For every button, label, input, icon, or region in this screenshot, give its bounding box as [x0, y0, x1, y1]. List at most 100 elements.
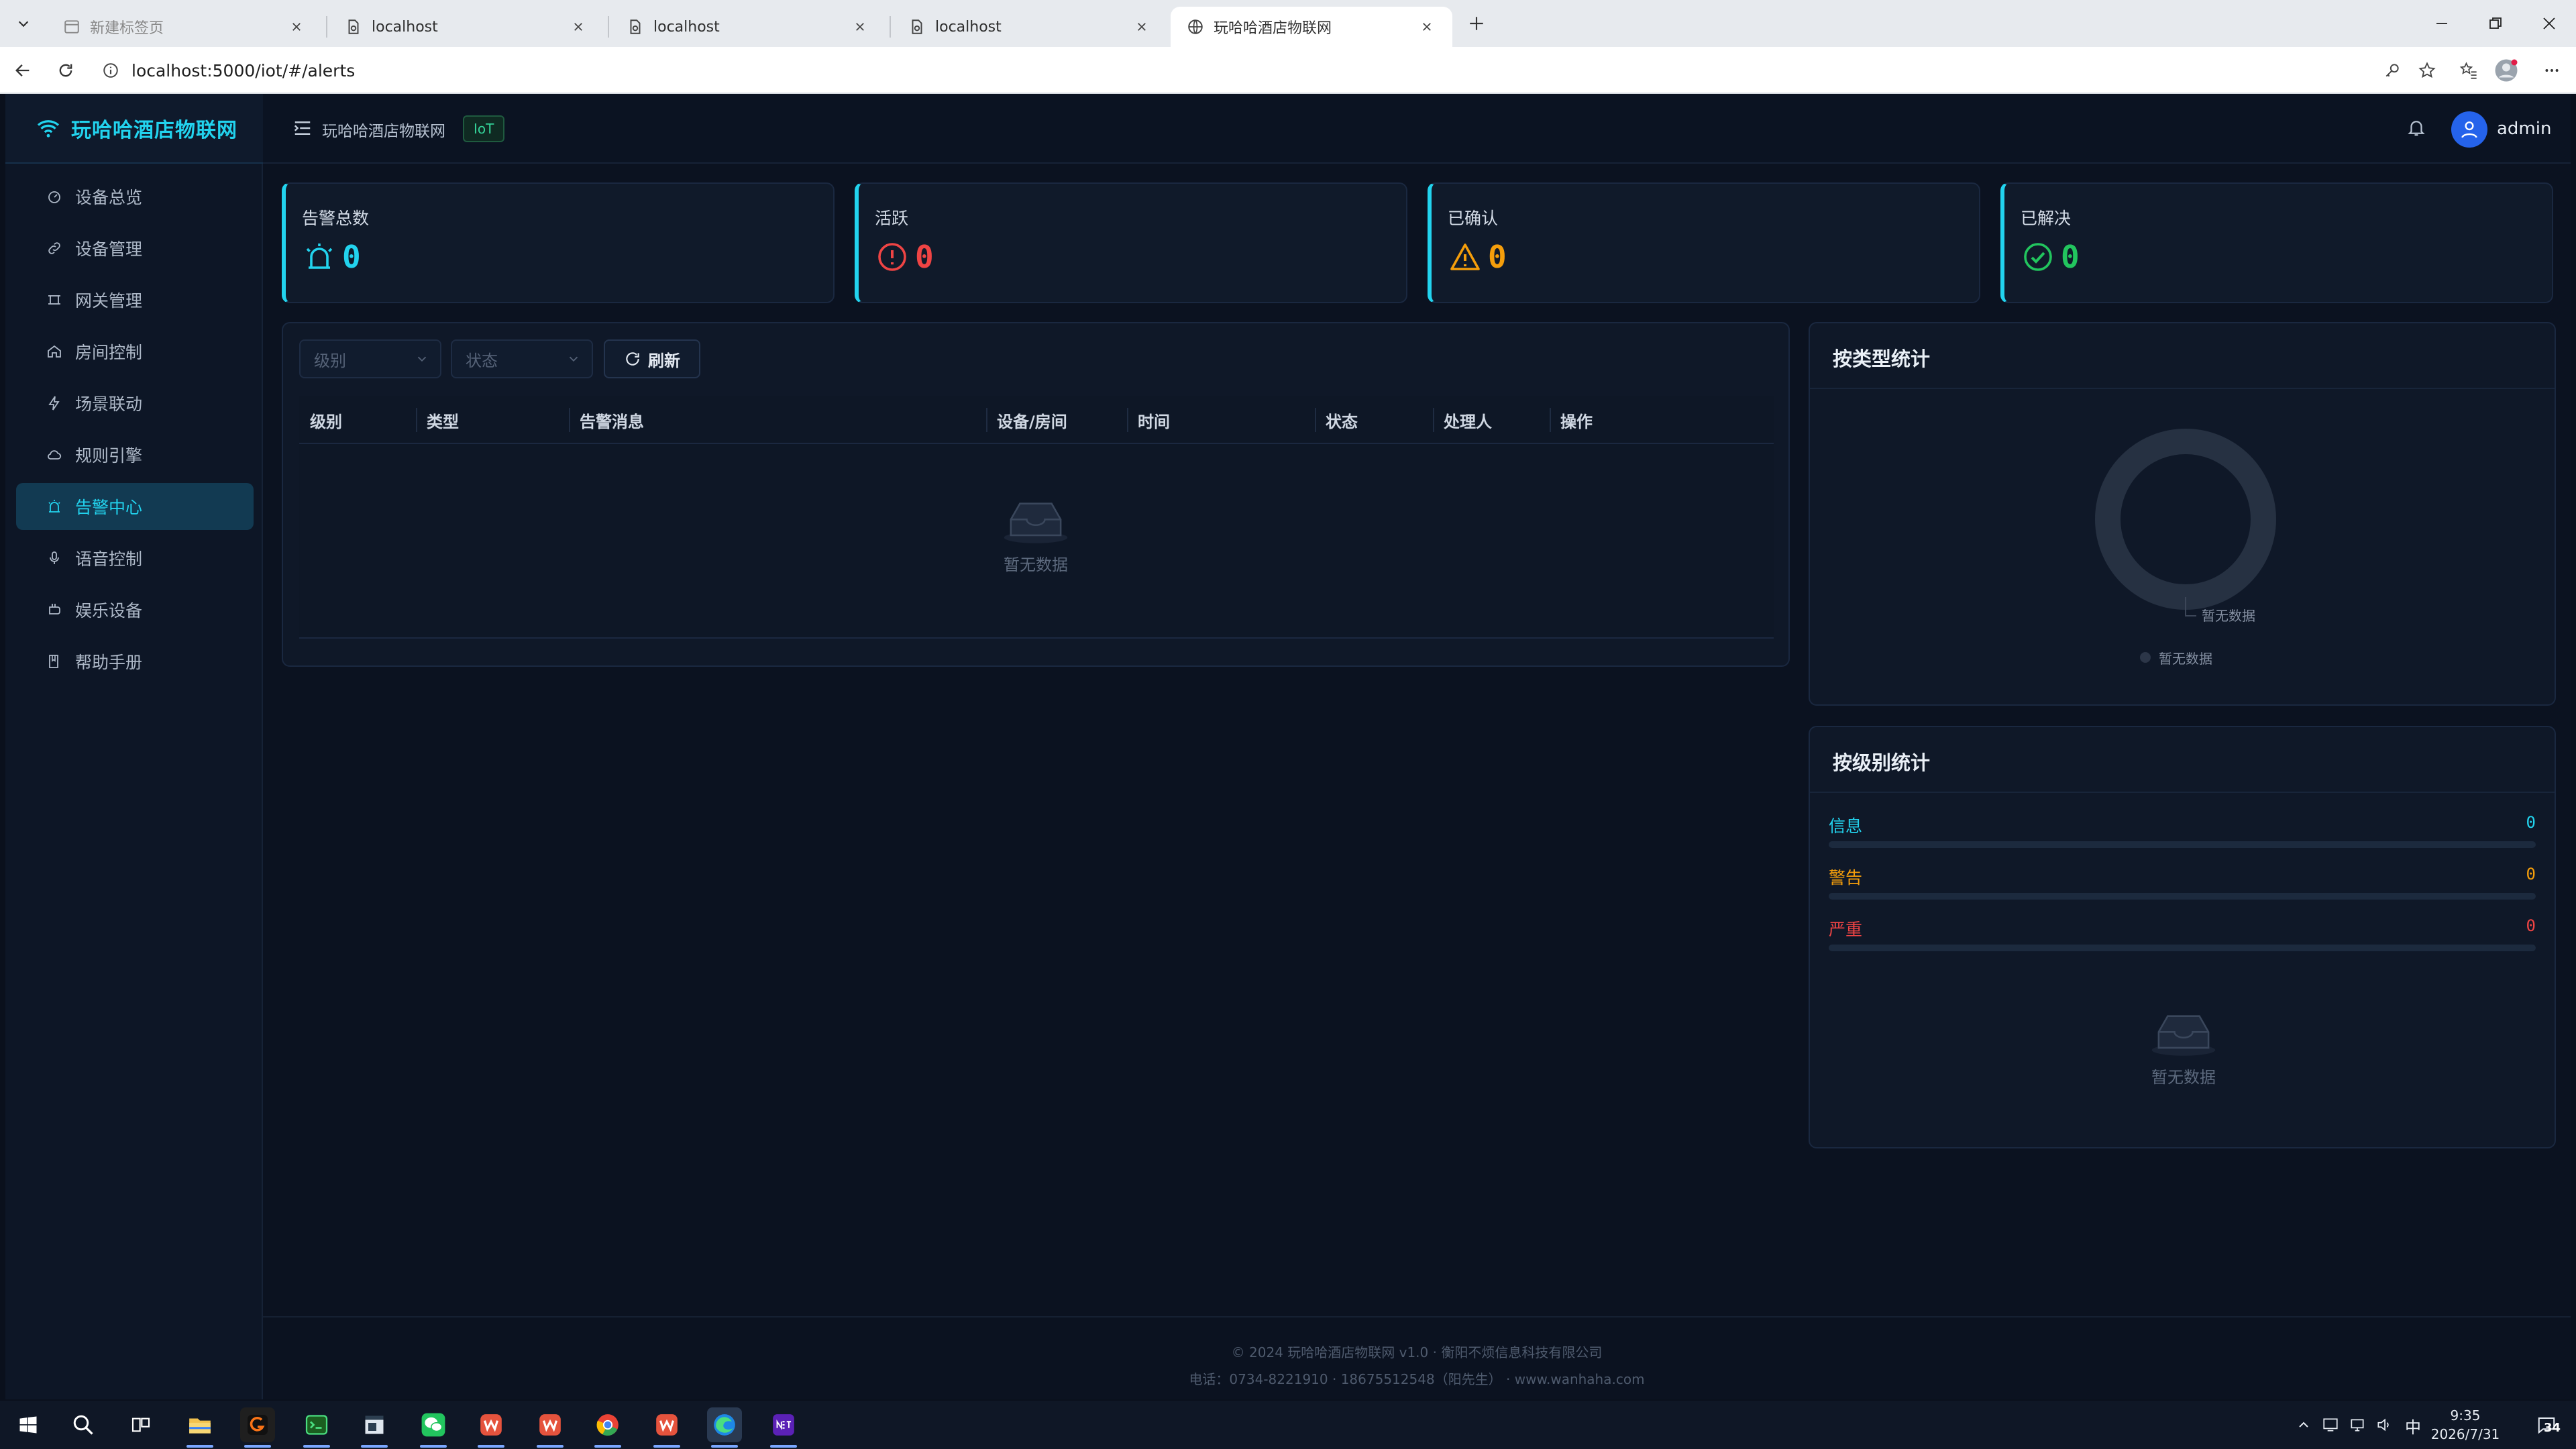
star-icon[interactable]	[2412, 56, 2442, 85]
sidebar-item-entertainment-devices[interactable]: 娱乐设备	[16, 586, 254, 633]
brand[interactable]: 玩哈哈酒店物联网	[5, 94, 263, 164]
dotnet-app[interactable]	[766, 1407, 801, 1442]
notification-bell-icon[interactable]	[2403, 114, 2430, 141]
user-avatar[interactable]	[2451, 111, 2487, 148]
sidebar-item-alert-center[interactable]: 告警中心	[16, 483, 254, 530]
wps-app-2[interactable]	[533, 1407, 568, 1442]
minimize-button[interactable]	[2415, 0, 2469, 47]
chrome-app[interactable]	[590, 1407, 625, 1442]
browser-tab-4[interactable]: localhost	[892, 7, 1167, 47]
legend-label[interactable]: 暂无数据	[2159, 648, 2212, 667]
status-filter-placeholder: 状态	[466, 351, 498, 370]
task-view-button[interactable]	[123, 1407, 158, 1442]
column-header-message[interactable]: 告警消息	[580, 396, 644, 444]
stat-card-resolved: 已解决 0	[2000, 182, 2553, 303]
gateway-icon	[46, 291, 63, 309]
menu-toggle-icon[interactable]	[292, 118, 313, 138]
url-field[interactable]: localhost:5000/iot/#/alerts	[89, 52, 2457, 89]
stat-card-acknowledged: 已确认 0	[1428, 182, 1980, 303]
notification-center-button[interactable]: 34	[2528, 1414, 2565, 1436]
sidebar-item-label: 场景联动	[75, 394, 143, 414]
sidebar-item-label: 语音控制	[75, 549, 143, 569]
input-method-indicator[interactable]: 中	[2405, 1414, 2421, 1438]
more-options-icon[interactable]	[2537, 56, 2567, 85]
page-icon	[630, 19, 641, 34]
globe-icon	[1188, 19, 1203, 34]
tab-title: localhost	[653, 18, 720, 36]
status-filter-select[interactable]: 状态	[451, 339, 593, 378]
tab-actions-menu-button[interactable]	[9, 9, 38, 38]
close-icon[interactable]	[851, 17, 869, 36]
level-filter-select[interactable]: 级别	[299, 339, 441, 378]
column-header-actions[interactable]: 操作	[1560, 396, 1593, 444]
sidebar: 玩哈哈酒店物联网 设备总览 设备管理 网关管理 房间控制 场景联动 规则引擎 告…	[5, 94, 263, 1399]
sidebar-item-voice-control[interactable]: 语音控制	[16, 535, 254, 582]
column-header-handler[interactable]: 处理人	[1444, 396, 1492, 444]
editor-app[interactable]	[357, 1407, 392, 1442]
back-button[interactable]	[8, 56, 38, 85]
display-icon[interactable]	[2320, 1414, 2341, 1436]
app-running-indicator	[594, 1445, 621, 1448]
favorites-icon[interactable]	[2454, 56, 2483, 85]
volume-icon[interactable]	[2373, 1414, 2395, 1436]
taskbar-app-g[interactable]	[240, 1407, 275, 1442]
warning-triangle-icon	[1448, 239, 1483, 274]
browser-tab-1[interactable]: 新建标签页	[47, 7, 322, 47]
sidebar-item-device-management[interactable]: 设备管理	[16, 225, 254, 272]
start-button[interactable]	[11, 1407, 46, 1442]
close-icon[interactable]	[569, 17, 588, 36]
column-header-level[interactable]: 级别	[310, 396, 342, 444]
browser-tab-2[interactable]: localhost	[329, 7, 604, 47]
file-explorer-app[interactable]	[182, 1407, 217, 1442]
dashboard-icon	[46, 188, 63, 205]
column-separator	[416, 408, 417, 432]
close-icon	[2543, 17, 2555, 30]
new-tab-button[interactable]	[1462, 9, 1491, 38]
close-icon[interactable]	[1417, 17, 1436, 36]
clock[interactable]: 9:35 2026/7/31	[2422, 1406, 2509, 1444]
wps-app-3[interactable]	[649, 1407, 684, 1442]
sidebar-item-scene-linkage[interactable]: 场景联动	[16, 380, 254, 427]
restore-button[interactable]	[2469, 0, 2522, 47]
tray-overflow-icon[interactable]	[2293, 1414, 2314, 1436]
browser-tab-active[interactable]: 玩哈哈酒店物联网	[1171, 7, 1452, 47]
wps-icon	[656, 1414, 678, 1436]
terminal-app[interactable]	[299, 1407, 334, 1442]
wechat-app[interactable]	[416, 1407, 451, 1442]
panel-title: 按类型统计	[1833, 347, 1931, 370]
sidebar-item-label: 帮助手册	[75, 653, 143, 672]
alarm-bell-icon	[302, 239, 337, 274]
column-header-time[interactable]: 时间	[1138, 396, 1170, 444]
refresh-button[interactable]: 刷新	[604, 339, 700, 378]
reload-button[interactable]	[51, 56, 80, 85]
close-icon[interactable]	[1132, 17, 1151, 36]
empty-text: 暂无数据	[2151, 1068, 2216, 1087]
column-header-status[interactable]: 状态	[1326, 396, 1358, 444]
level-stats-panel: 按级别统计 信息 0 警告 0 严重 0 暂无数据	[1809, 726, 2556, 1148]
sidebar-item-room-control[interactable]: 房间控制	[16, 328, 254, 375]
url-text: localhost:5000/iot/#/alerts	[131, 60, 356, 80]
clock-time: 9:35	[2450, 1407, 2481, 1424]
column-header-device-room[interactable]: 设备/房间	[997, 396, 1067, 444]
browser-tab-3[interactable]: localhost	[610, 7, 885, 47]
sidebar-item-device-overview[interactable]: 设备总览	[16, 173, 254, 220]
username[interactable]: admin	[2497, 119, 2551, 139]
app-g-icon	[248, 1415, 268, 1435]
sidebar-item-rule-engine[interactable]: 规则引擎	[16, 431, 254, 478]
home-icon	[46, 343, 63, 360]
network-icon[interactable]	[2347, 1414, 2368, 1436]
close-window-button[interactable]	[2522, 0, 2576, 47]
edge-app[interactable]	[707, 1407, 742, 1442]
stat-value: 0	[915, 239, 934, 275]
key-icon[interactable]	[2377, 56, 2407, 85]
profile-avatar-icon[interactable]	[2491, 56, 2521, 85]
close-icon[interactable]	[287, 17, 306, 36]
tab-separator	[890, 16, 891, 38]
sidebar-item-help-manual[interactable]: 帮助手册	[16, 638, 254, 685]
column-header-type[interactable]: 类型	[427, 396, 459, 444]
sidebar-item-gateway-management[interactable]: 网关管理	[16, 276, 254, 323]
wps-app-1[interactable]	[474, 1407, 508, 1442]
check-circle-icon	[2021, 239, 2055, 274]
stat-value: 0	[1488, 239, 1507, 275]
search-button[interactable]	[66, 1407, 101, 1442]
